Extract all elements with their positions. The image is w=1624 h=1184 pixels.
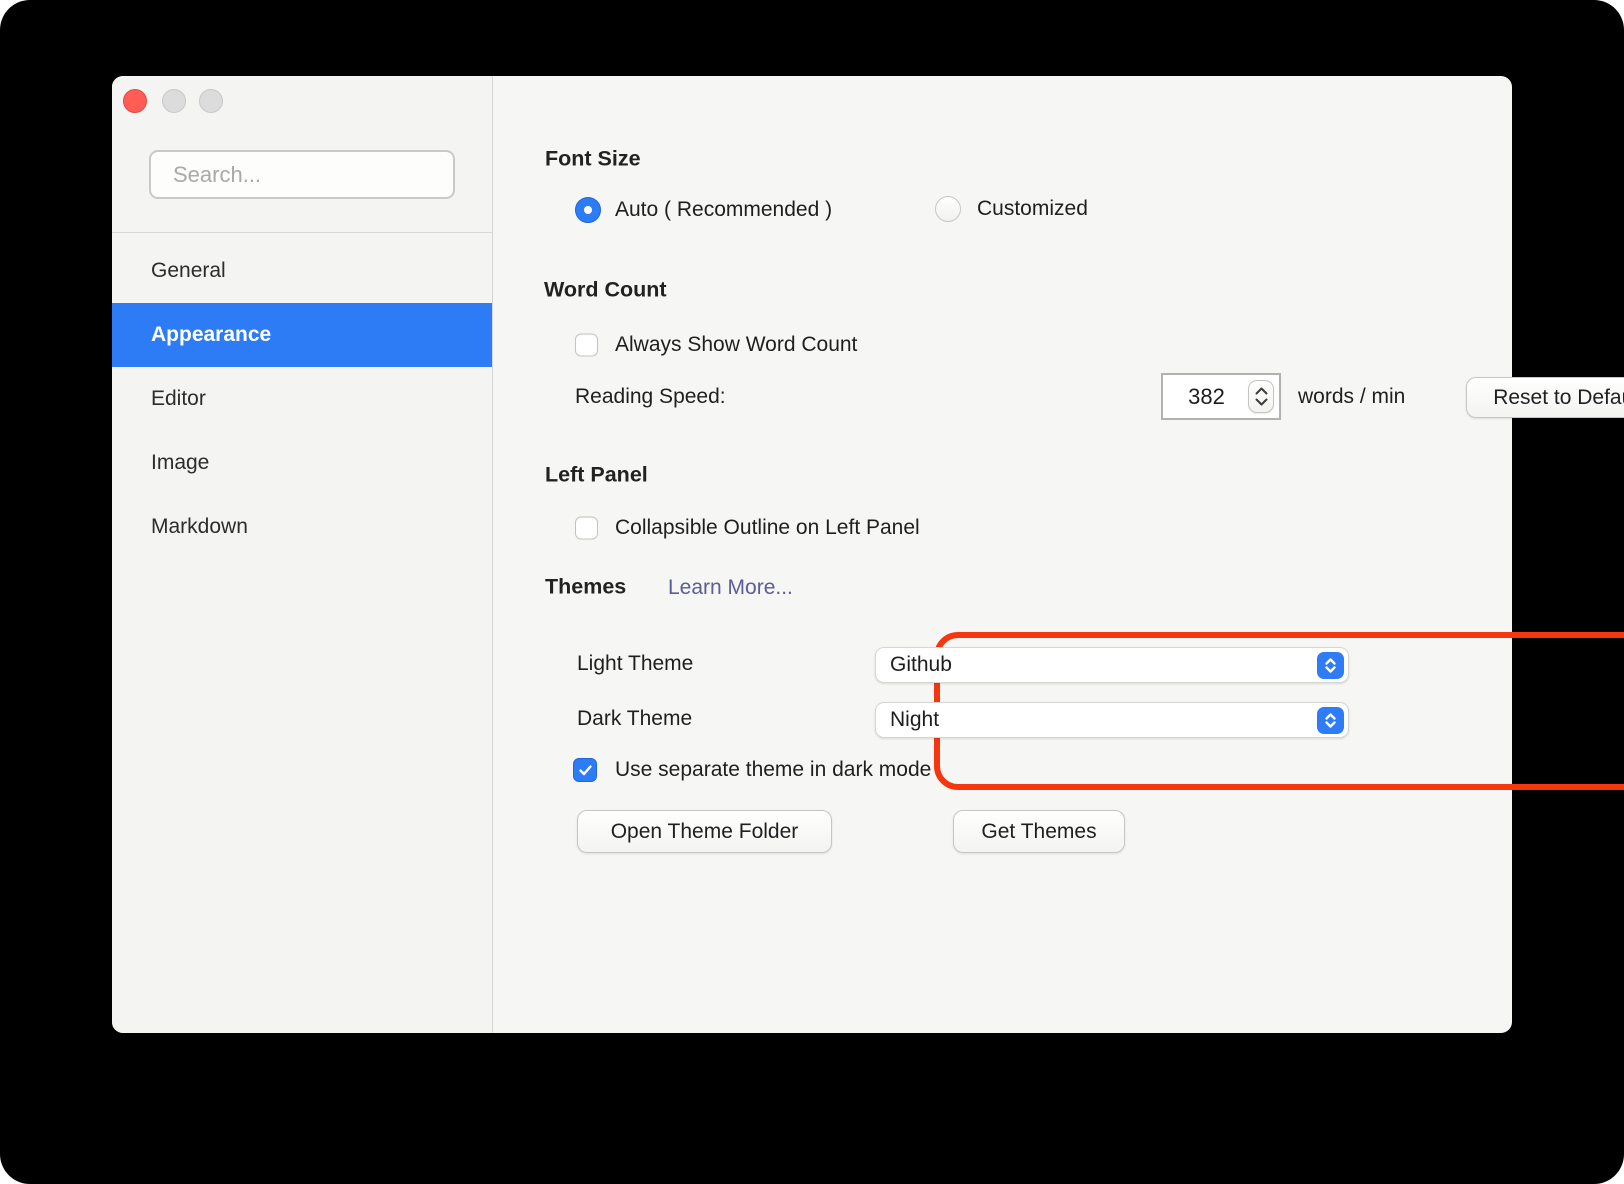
reset-to-default-button[interactable]: Reset to Default — [1466, 377, 1624, 418]
sidebar: General Appearance Editor Image Markdown — [112, 76, 493, 1033]
sidebar-item-editor[interactable]: Editor — [112, 367, 492, 431]
dark-theme-select[interactable]: Night — [875, 702, 1349, 738]
zoom-button[interactable] — [199, 89, 223, 113]
content-pane: Font Size Auto ( Recommended ) Customize… — [493, 76, 1624, 1033]
font-size-heading: Font Size — [545, 146, 641, 171]
separate-dark-theme-checkbox[interactable] — [573, 758, 597, 782]
dark-theme-label: Dark Theme — [577, 707, 693, 730]
reading-speed-label: Reading Speed: — [575, 385, 726, 408]
auto-font-label: Auto ( Recommended ) — [615, 198, 833, 221]
collapsible-outline-label: Collapsible Outline on Left Panel — [615, 516, 920, 539]
open-theme-folder-button[interactable]: Open Theme Folder — [577, 810, 832, 853]
light-theme-label: Light Theme — [577, 652, 694, 675]
always-show-word-count-label: Always Show Word Count — [615, 333, 858, 356]
reading-speed-value: 382 — [1188, 383, 1225, 409]
learn-more-link[interactable]: Learn More... — [668, 576, 793, 600]
select-chevrons-icon — [1317, 707, 1344, 734]
reading-speed-field[interactable]: 382 — [1161, 373, 1281, 420]
search-input[interactable] — [149, 150, 455, 199]
sidebar-item-markdown[interactable]: Markdown — [112, 495, 492, 559]
reset-to-default-label: Reset to Default — [1493, 385, 1624, 409]
light-theme-value: Github — [890, 653, 952, 676]
collapsible-outline-checkbox[interactable] — [575, 516, 598, 540]
checkmark-icon — [578, 764, 592, 775]
sidebar-item-image[interactable]: Image — [112, 431, 492, 495]
always-show-word-count-checkbox[interactable] — [575, 333, 598, 357]
auto-font-radio[interactable] — [575, 197, 601, 223]
reading-speed-stepper[interactable] — [1248, 380, 1274, 413]
words-per-min-label: words / min — [1298, 385, 1406, 408]
sidebar-item-appearance[interactable]: Appearance — [112, 303, 492, 367]
dark-theme-value: Night — [890, 708, 940, 731]
sidebar-divider — [112, 232, 493, 233]
sidebar-list: General Appearance Editor Image Markdown — [112, 239, 492, 559]
close-button[interactable] — [123, 89, 147, 113]
left-panel-heading: Left Panel — [545, 462, 648, 487]
screenshot-canvas: General Appearance Editor Image Markdown… — [0, 0, 1624, 1184]
get-themes-button[interactable]: Get Themes — [953, 810, 1125, 853]
sidebar-item-general[interactable]: General — [112, 239, 492, 303]
stepper-down-icon — [1255, 398, 1267, 406]
customized-font-radio[interactable] — [935, 196, 961, 222]
select-chevrons-icon — [1317, 652, 1344, 679]
preferences-window: General Appearance Editor Image Markdown… — [112, 76, 1624, 1033]
stepper-up-icon — [1255, 387, 1267, 395]
themes-heading: Themes — [545, 574, 627, 599]
light-theme-select[interactable]: Github — [875, 647, 1349, 683]
word-count-heading: Word Count — [544, 277, 667, 302]
separate-dark-theme-label: Use separate theme in dark mode — [615, 758, 932, 781]
customized-font-label: Customized — [977, 197, 1088, 220]
minimize-button[interactable] — [162, 89, 186, 113]
